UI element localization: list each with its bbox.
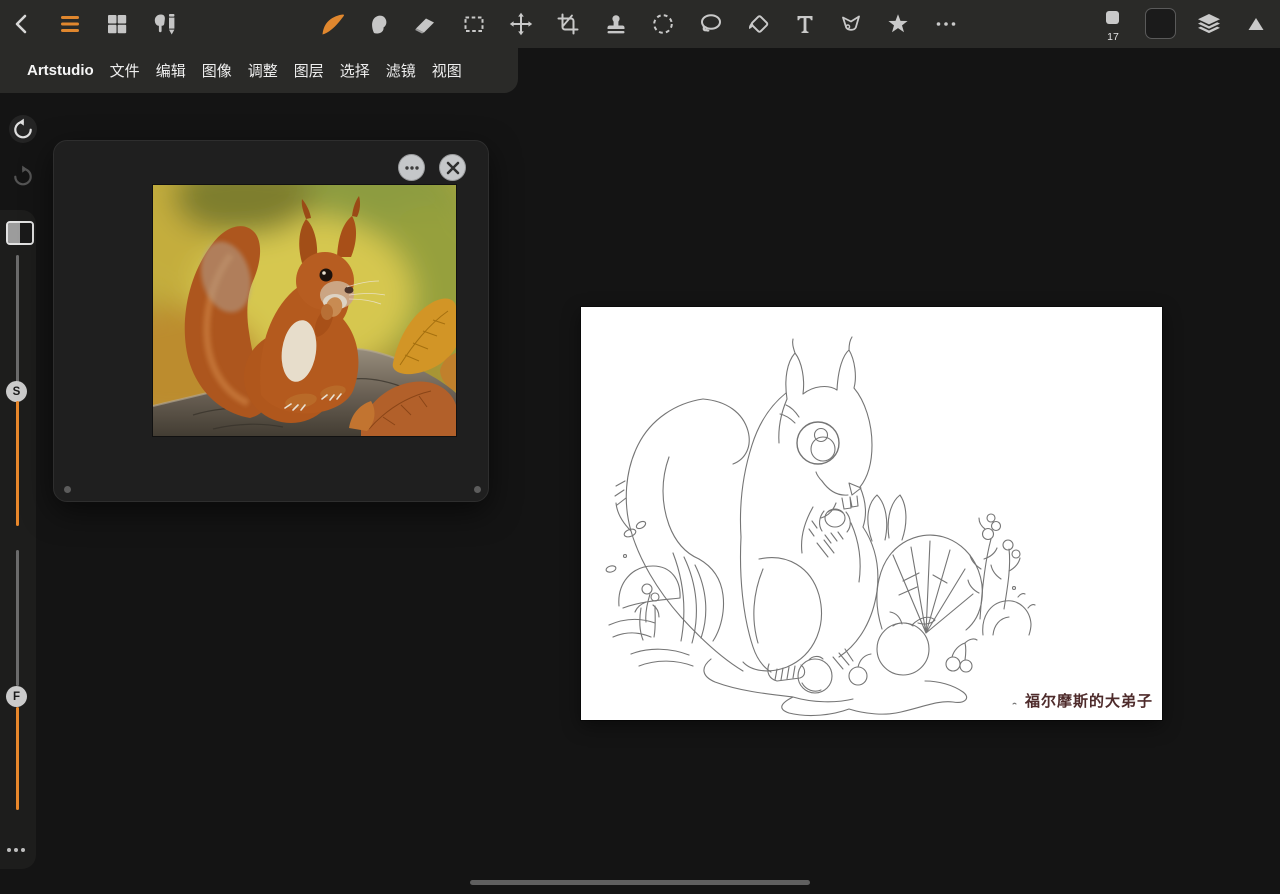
crop-icon xyxy=(557,13,579,35)
left-panel-more-button[interactable] xyxy=(7,848,25,852)
menu-layer[interactable]: 图层 xyxy=(294,60,324,81)
brush-size-value: 17 xyxy=(1107,31,1119,43)
tool-shape-star-button[interactable] xyxy=(876,0,920,48)
eraser-icon xyxy=(415,18,434,34)
text-tool-icon xyxy=(797,16,813,33)
menu-file[interactable]: 文件 xyxy=(110,60,140,81)
collapse-toolbar-button[interactable] xyxy=(1234,0,1278,48)
home-indicator[interactable] xyxy=(470,880,810,885)
size-slider-track-bottom[interactable] xyxy=(16,401,19,526)
tool-select-lasso-button[interactable] xyxy=(689,0,733,48)
reference-photo-squirrel xyxy=(83,145,518,450)
undo-icon xyxy=(14,118,32,139)
size-slider-knob[interactable]: S xyxy=(6,381,27,402)
hamburger-menu-icon xyxy=(61,16,79,32)
layers-icon xyxy=(1198,14,1220,34)
tool-move-button[interactable] xyxy=(499,0,543,48)
pen-tool-icon xyxy=(842,15,860,31)
tool-paint-button[interactable] xyxy=(311,0,355,48)
menu-view[interactable]: 视图 xyxy=(432,60,462,81)
triangle-up-icon xyxy=(1248,18,1264,30)
canvas-signature: 福尔摩斯的大弟子 xyxy=(1024,693,1153,710)
tool-erase-button[interactable] xyxy=(403,0,447,48)
tool-select-rect-button[interactable] xyxy=(452,0,496,48)
reference-more-button[interactable] xyxy=(398,154,425,181)
tool-pen-button[interactable] xyxy=(829,0,873,48)
top-toolbar: 17 xyxy=(0,0,1280,48)
redo-icon xyxy=(14,165,32,186)
reference-panel[interactable] xyxy=(53,140,518,502)
menu-select[interactable]: 选择 xyxy=(340,60,370,81)
touch-pencil-settings-button[interactable] xyxy=(144,0,188,48)
move-arrows-icon xyxy=(509,12,533,36)
menu-image[interactable]: 图像 xyxy=(202,60,232,81)
smudge-finger-icon xyxy=(372,15,387,34)
menu-filter[interactable]: 滤镜 xyxy=(386,60,416,81)
tool-text-button[interactable] xyxy=(783,0,827,48)
tool-clone-stamp-button[interactable] xyxy=(594,0,638,48)
star-icon xyxy=(888,14,908,33)
flow-slider-track-top[interactable] xyxy=(16,550,19,686)
back-button[interactable] xyxy=(0,0,44,48)
undo-button[interactable] xyxy=(9,115,37,143)
gallery-button[interactable] xyxy=(95,0,139,48)
more-icon xyxy=(404,165,419,170)
squirrel-sketch xyxy=(605,336,1036,717)
resize-handle-right[interactable] xyxy=(474,486,481,493)
marquee-ellipse-icon xyxy=(653,14,673,34)
toolbar-more-button[interactable] xyxy=(924,0,968,48)
flow-slider-track-bottom[interactable] xyxy=(16,707,19,810)
tool-select-ellipse-button[interactable] xyxy=(641,0,685,48)
menu-edit[interactable]: 编辑 xyxy=(156,60,186,81)
resize-handle-left[interactable] xyxy=(64,486,71,493)
paintbrush-icon xyxy=(322,14,345,35)
tool-fill-bucket-button[interactable] xyxy=(736,0,780,48)
flow-slider-knob[interactable]: F xyxy=(6,686,27,707)
squirrel-photo xyxy=(83,145,518,450)
stamp-icon xyxy=(607,15,625,34)
size-slider-track-top[interactable] xyxy=(16,255,19,383)
menu-bar: Artstudio 文件 编辑 图像 调整 图层 选择 滤镜 视图 xyxy=(0,48,518,93)
grid-icon xyxy=(108,15,127,34)
drawing-canvas[interactable]: 福尔摩斯的大弟子 xyxy=(581,307,1162,720)
split-left-half xyxy=(8,223,20,243)
reference-close-button[interactable] xyxy=(439,154,466,181)
split-preview-toggle[interactable] xyxy=(6,221,34,245)
hand-and-pencil-icon xyxy=(154,14,175,35)
tool-crop-button[interactable] xyxy=(546,0,590,48)
marquee-rect-icon xyxy=(464,16,484,32)
tool-smudge-button[interactable] xyxy=(357,0,401,48)
lasso-icon xyxy=(701,14,721,32)
menu-artstudio[interactable]: Artstudio xyxy=(27,62,94,79)
split-right-half xyxy=(20,223,32,243)
layers-button[interactable] xyxy=(1187,0,1231,48)
main-menu-button[interactable] xyxy=(48,0,92,48)
brush-size-preview[interactable] xyxy=(1106,11,1119,24)
close-icon xyxy=(446,161,459,174)
color-swatch[interactable] xyxy=(1145,8,1176,39)
chevron-left-icon xyxy=(15,14,27,34)
redo-button[interactable] xyxy=(9,162,37,190)
menu-adjust[interactable]: 调整 xyxy=(248,60,278,81)
paint-bucket-icon xyxy=(748,15,769,33)
ellipsis-icon xyxy=(936,22,956,26)
